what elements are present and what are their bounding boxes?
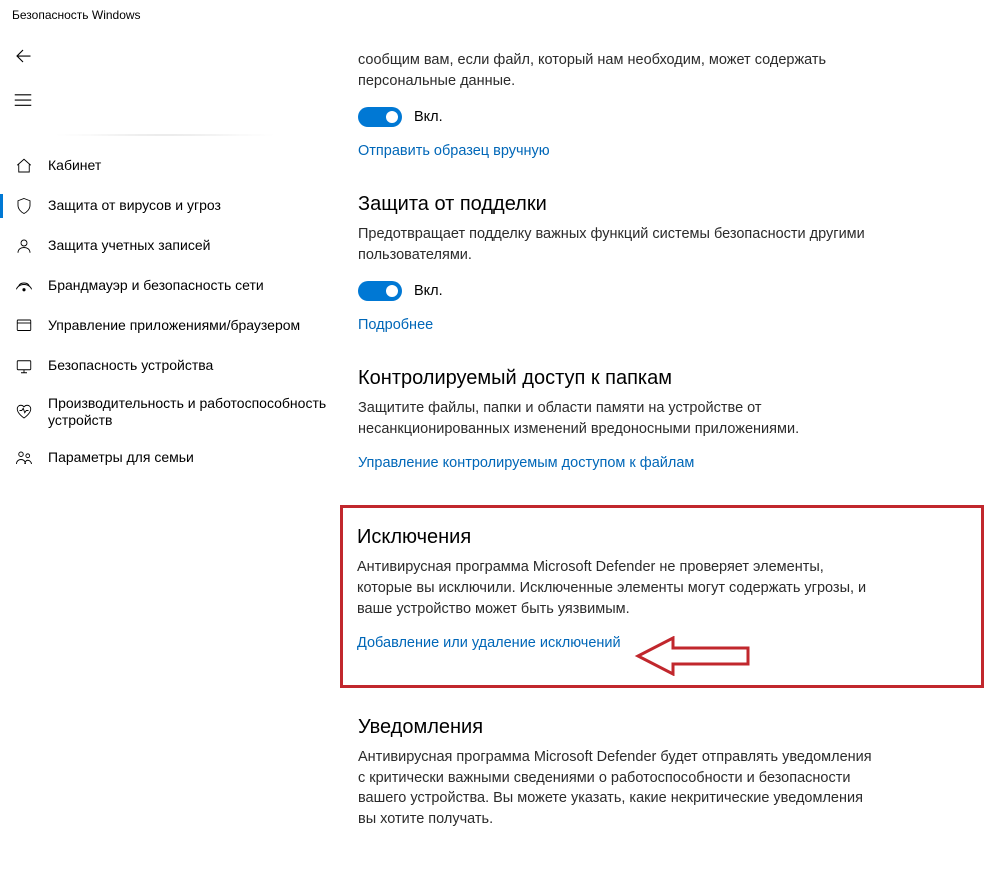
tamper-heading: Защита от подделки (358, 193, 978, 216)
tamper-toggle[interactable] (358, 281, 402, 301)
app-control-icon (14, 316, 34, 336)
hamburger-icon (14, 93, 32, 107)
tamper-more-link[interactable]: Подробнее (358, 317, 978, 333)
tamper-toggle-row: Вкл. (358, 281, 978, 301)
toggle-label: Вкл. (414, 109, 443, 125)
cfa-manage-link[interactable]: Управление контролируемым доступом к фай… (358, 455, 978, 471)
network-icon (14, 276, 34, 296)
sidebar-item-family[interactable]: Параметры для семьи (0, 438, 330, 478)
shield-icon (14, 196, 34, 216)
sidebar-item-virus-threat[interactable]: Защита от вирусов и угроз (0, 186, 330, 226)
sidebar-item-account-protection[interactable]: Защита учетных записей (0, 226, 330, 266)
device-security-icon (14, 356, 34, 376)
family-icon (14, 448, 34, 468)
section-sample-submission: сообщим вам, если файл, который нам необ… (358, 50, 978, 159)
toggle-thumb (386, 285, 398, 297)
back-button[interactable] (0, 36, 40, 76)
hamburger-menu[interactable] (0, 80, 40, 120)
heart-icon (14, 402, 34, 422)
sidebar-item-label: Безопасность устройства (48, 357, 213, 375)
sidebar-item-performance[interactable]: Производительность и работоспособность у… (0, 386, 330, 438)
exclusions-heading: Исключения (357, 526, 967, 549)
sidebar-item-firewall[interactable]: Брандмауэр и безопасность сети (0, 266, 330, 306)
sample-submission-toggle-row: Вкл. (358, 107, 978, 127)
main-area: Кабинет Защита от вирусов и угроз Защита… (0, 30, 998, 883)
sidebar-item-label: Кабинет (48, 157, 101, 175)
sample-submission-toggle[interactable] (358, 107, 402, 127)
toggle-label: Вкл. (414, 283, 443, 299)
highlight-annotation-box: Исключения Антивирусная программа Micros… (340, 505, 984, 688)
arrow-left-icon (633, 636, 753, 676)
notifications-desc: Антивирусная программа Microsoft Defende… (358, 747, 878, 829)
sidebar-item-label: Производительность и работоспособность у… (48, 395, 330, 430)
sample-submission-desc: сообщим вам, если файл, который нам необ… (358, 50, 878, 91)
toggle-thumb (386, 111, 398, 123)
notifications-heading: Уведомления (358, 716, 978, 739)
account-icon (14, 236, 34, 256)
sidebar-item-label: Защита учетных записей (48, 237, 210, 255)
divider (50, 134, 280, 136)
annotation-arrow (633, 636, 753, 681)
sidebar-item-home[interactable]: Кабинет (0, 146, 330, 186)
sidebar-item-app-browser[interactable]: Управление приложениями/браузером (0, 306, 330, 346)
home-icon (14, 156, 34, 176)
sidebar-item-label: Брандмауэр и безопасность сети (48, 277, 264, 295)
section-notifications: Уведомления Антивирусная программа Micro… (358, 716, 978, 829)
exclusions-desc: Антивирусная программа Microsoft Defende… (357, 557, 877, 619)
section-tamper-protection: Защита от подделки Предотвращает подделк… (358, 193, 978, 333)
sidebar: Кабинет Защита от вирусов и угроз Защита… (0, 30, 330, 883)
sidebar-item-label: Управление приложениями/браузером (48, 317, 300, 335)
tamper-desc: Предотвращает подделку важных функций си… (358, 224, 878, 265)
content-area: сообщим вам, если файл, который нам необ… (330, 30, 998, 883)
cfa-desc: Защитите файлы, папки и области памяти н… (358, 398, 878, 439)
back-arrow-icon (14, 47, 32, 65)
sidebar-item-label: Параметры для семьи (48, 449, 194, 467)
submit-sample-link[interactable]: Отправить образец вручную (358, 143, 978, 159)
window-title: Безопасность Windows (0, 0, 998, 30)
cfa-heading: Контролируемый доступ к папкам (358, 367, 978, 390)
sidebar-item-device-security[interactable]: Безопасность устройства (0, 346, 330, 386)
section-controlled-folder-access: Контролируемый доступ к папкам Защитите … (358, 367, 978, 471)
sidebar-item-label: Защита от вирусов и угроз (48, 197, 221, 215)
